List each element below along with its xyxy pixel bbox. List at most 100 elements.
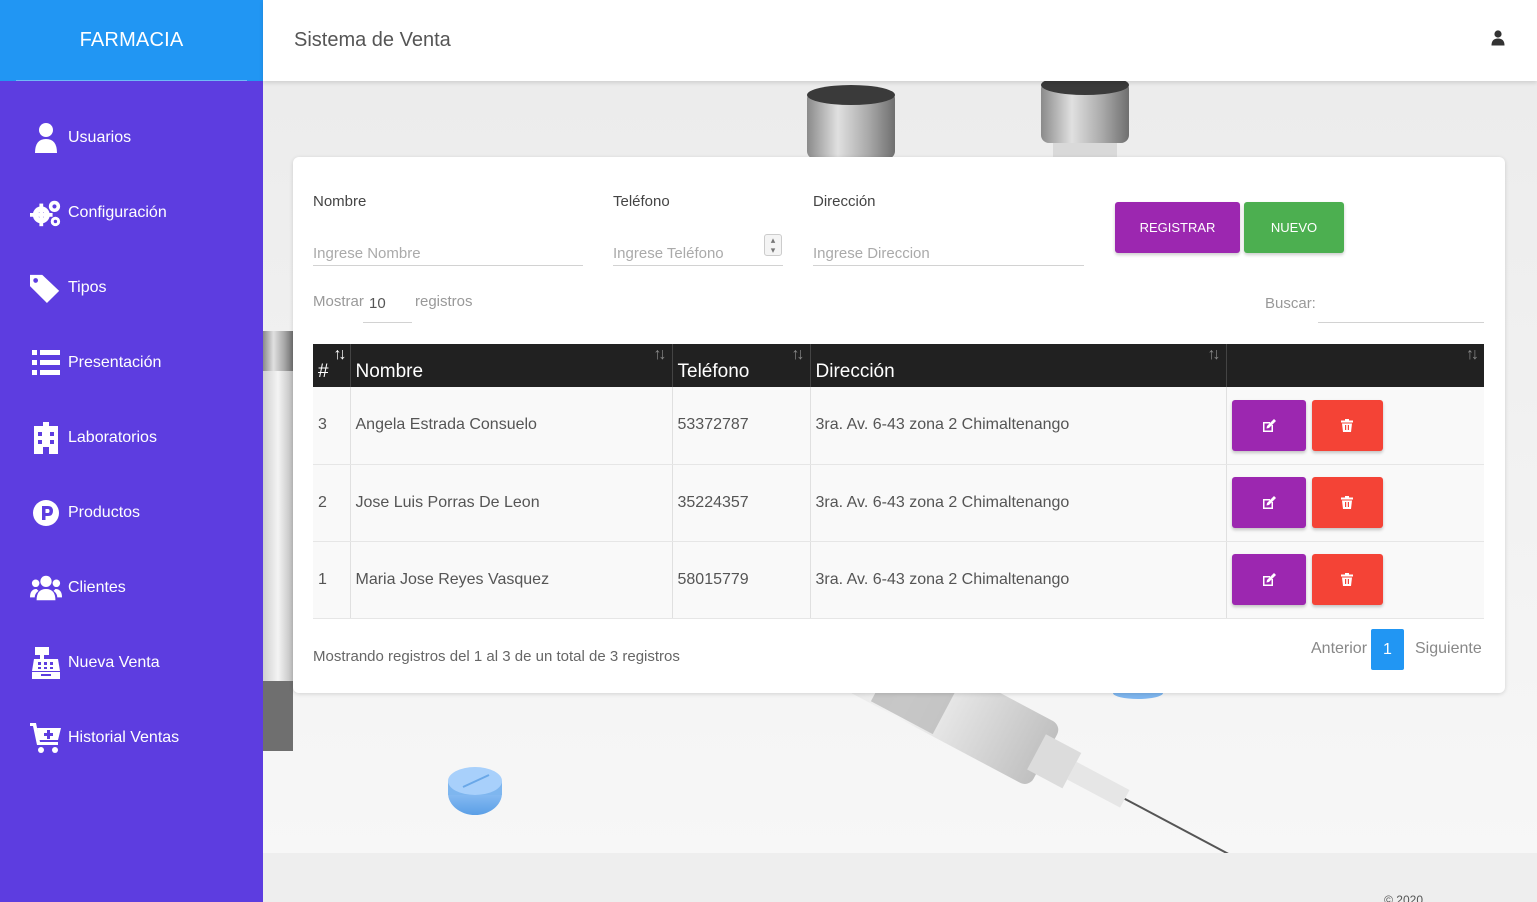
cell-id: 2	[313, 464, 351, 542]
column-header-label: Dirección	[815, 360, 895, 382]
sidebar-item-label: Laboratorios	[68, 428, 157, 446]
table-info: Mostrando registros del 1 al 3 de un tot…	[313, 648, 680, 665]
search-input[interactable]	[1318, 289, 1484, 323]
sidebar-item-label: Configuración	[68, 203, 167, 221]
cell-telefono: 58015779	[672, 541, 811, 619]
table-header-row: # ↑↓ Nombre ↑↓ Teléfono ↑↓ Dirección ↑↓ ↑↓	[313, 344, 1484, 387]
registros-label: registros	[415, 293, 473, 310]
telefono-label: Teléfono	[613, 193, 670, 210]
parking-icon	[30, 497, 62, 529]
sidebar-item-presentacion[interactable]: Presentación	[0, 325, 263, 400]
sidebar-item-label: Historial Ventas	[68, 728, 180, 746]
clientes-table: # ↑↓ Nombre ↑↓ Teléfono ↑↓ Dirección ↑↓ ↑↓ 3…	[313, 344, 1484, 619]
edit-icon	[1262, 418, 1276, 432]
sidebar-item-historial-ventas[interactable]: Historial Ventas	[0, 700, 263, 775]
sidebar-item-configuracion[interactable]: Configuración	[0, 175, 263, 250]
edit-icon	[1262, 573, 1276, 586]
pagination-prev[interactable]: Anterior	[1311, 640, 1367, 658]
table-row: 3 Angela Estrada Consuelo 53372787 3ra. …	[313, 387, 1484, 465]
cell-direccion: 3ra. Av. 6-43 zona 2 Chimaltenango	[810, 464, 1227, 542]
telefono-stepper[interactable]: ▴ ▾	[764, 234, 782, 256]
sort-icon: ↑↓	[1466, 346, 1479, 363]
trash-icon	[1340, 573, 1353, 586]
cell-nombre: Maria Jose Reyes Vasquez	[350, 541, 673, 619]
sort-icon: ↑↓	[653, 346, 667, 363]
cell-id: 3	[313, 387, 351, 465]
sidebar-item-label: Tipos	[68, 278, 107, 296]
cart-plus-icon	[30, 722, 62, 754]
column-header-id[interactable]: # ↑↓	[313, 344, 351, 387]
sidebar-item-label: Clientes	[68, 578, 126, 596]
footer	[263, 853, 1537, 902]
sidebar-item-label: Nueva Venta	[68, 653, 160, 671]
cell-nombre: Angela Estrada Consuelo	[350, 387, 673, 465]
column-header-actions[interactable]: ↑↓	[1226, 344, 1484, 387]
copyright-text: © 2020	[1384, 893, 1423, 902]
sidebar-item-label: Presentación	[68, 353, 162, 371]
clientes-card: Nombre Teléfono ▴▾ Dirección Registrar N…	[293, 157, 1505, 693]
sidebar-item-tipos[interactable]: Tipos	[0, 250, 263, 325]
sidebar-item-nueva-venta[interactable]: Nueva Venta	[0, 625, 263, 700]
cash-register-icon	[30, 646, 62, 679]
sidebar-nav: Usuarios Configuración Tipos Presentació…	[0, 100, 263, 775]
trash-icon	[1340, 496, 1353, 509]
cell-nombre: Jose Luis Porras De Leon	[350, 464, 673, 542]
cell-id: 1	[313, 541, 351, 619]
building-icon	[30, 421, 62, 454]
sidebar-item-label: Productos	[68, 503, 141, 521]
edit-button[interactable]	[1231, 554, 1306, 605]
brand-divider	[16, 80, 247, 81]
telefono-input[interactable]	[613, 232, 783, 266]
registrar-button[interactable]: Registrar	[1115, 202, 1240, 253]
column-header-label: #	[318, 360, 329, 382]
brand-title[interactable]: FARMACIA	[0, 0, 263, 81]
sidebar-item-usuarios[interactable]: Usuarios	[0, 100, 263, 175]
direccion-label: Dirección	[813, 193, 876, 210]
delete-button[interactable]	[1311, 399, 1383, 451]
edit-button[interactable]	[1231, 399, 1306, 451]
sidebar-item-label: Usuarios	[68, 128, 132, 146]
cell-actions	[1226, 464, 1484, 542]
sort-desc-icon: ↑↓	[333, 346, 347, 363]
nombre-input[interactable]	[313, 232, 583, 266]
buscar-label: Buscar:	[1265, 295, 1316, 312]
page-length-select[interactable]: 10	[363, 285, 412, 323]
trash-icon	[1340, 418, 1353, 432]
sidebar-item-productos[interactable]: Productos	[0, 475, 263, 550]
cell-direccion: 3ra. Av. 6-43 zona 2 Chimaltenango	[810, 387, 1227, 465]
nuevo-button[interactable]: Nuevo	[1244, 202, 1344, 253]
pagination-page-1[interactable]: 1	[1371, 629, 1404, 670]
sidebar-item-clientes[interactable]: Clientes	[0, 550, 263, 625]
sort-icon: ↑↓	[1207, 346, 1221, 363]
page-title: Sistema de Venta	[294, 29, 451, 51]
users-icon	[30, 572, 62, 604]
edit-button[interactable]	[1231, 477, 1306, 528]
column-header-label: Teléfono	[677, 360, 750, 382]
table-row: 1 Maria Jose Reyes Vasquez 58015779 3ra.…	[313, 541, 1484, 619]
cell-direccion: 3ra. Av. 6-43 zona 2 Chimaltenango	[810, 541, 1227, 619]
table-row: 2 Jose Luis Porras De Leon 35224357 3ra.…	[313, 464, 1484, 542]
sidebar-item-laboratorios[interactable]: Laboratorios	[0, 400, 263, 475]
sort-icon: ↑↓	[791, 346, 805, 363]
tags-icon	[30, 272, 62, 304]
cell-actions	[1226, 387, 1484, 465]
direccion-input[interactable]	[813, 232, 1084, 266]
cell-telefono: 35224357	[672, 464, 811, 542]
list-icon	[30, 347, 62, 379]
edit-icon	[1262, 496, 1276, 509]
mostrar-label: Mostrar	[313, 293, 364, 310]
delete-button[interactable]	[1311, 554, 1383, 605]
nombre-label: Nombre	[313, 193, 367, 210]
user-menu-icon[interactable]	[1491, 30, 1505, 46]
delete-button[interactable]	[1311, 477, 1383, 528]
top-navbar: Sistema de Venta	[263, 0, 1537, 81]
cell-telefono: 53372787	[672, 387, 811, 465]
pagination-next[interactable]: Siguiente	[1415, 640, 1482, 658]
column-header-label: Nombre	[355, 360, 424, 382]
column-header-nombre[interactable]: Nombre ↑↓	[350, 344, 673, 387]
column-header-direccion[interactable]: Dirección ↑↓	[810, 344, 1227, 387]
gears-icon	[30, 197, 62, 229]
column-header-telefono[interactable]: Teléfono ↑↓	[672, 344, 811, 387]
user-icon	[30, 122, 62, 154]
cell-actions	[1226, 541, 1484, 619]
